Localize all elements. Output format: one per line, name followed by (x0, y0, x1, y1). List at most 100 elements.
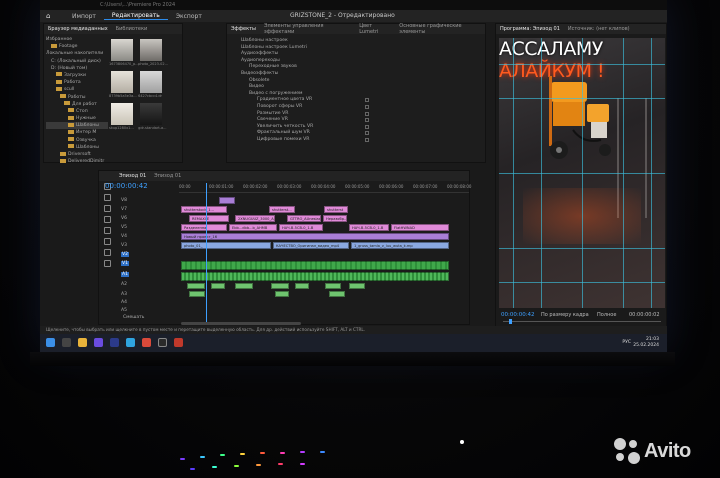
timeline-clip[interactable]: shutterst (324, 206, 348, 213)
effect-item[interactable]: Свечение VR (231, 117, 481, 124)
tree-item[interactable]: DeliveredDimitr (46, 158, 108, 165)
language-indicator[interactable]: РУС (622, 340, 631, 345)
program-timecode[interactable]: 00:00:00:42 (501, 312, 535, 318)
media-thumbnail[interactable]: 6427cbcc4.dr (138, 71, 163, 98)
home-icon[interactable]: ⌂ (46, 12, 60, 20)
timeline-clip[interactable]: GTTRO_AUnesiaa (287, 215, 321, 222)
program-video-frame[interactable]: АССАЛАМУ АЛАЙКУМ ! (499, 38, 665, 308)
audio-clip[interactable] (187, 283, 205, 289)
timeline-clip[interactable]: photo_01_ (181, 242, 271, 249)
audio-clip[interactable] (275, 291, 289, 297)
timeline-clip[interactable]: 2XNUGUUZ_3000_A_DUEZ (235, 215, 275, 222)
timeline-clip[interactable]: 1_gruss_tamla_v_luu_wuta_k.mp (351, 242, 449, 249)
audio-clip[interactable] (329, 291, 345, 297)
tree-item[interactable]: C: (Локальный диск) (46, 58, 108, 65)
timeline-timecode[interactable]: 00:00:00:42 (105, 182, 148, 190)
effect-folder[interactable]: Шаблоны настроек (231, 38, 481, 45)
tree-item[interactable]: Шаблоны (46, 144, 108, 151)
start-icon[interactable] (46, 338, 55, 347)
tree-item[interactable]: scull (46, 86, 108, 93)
timeline-playhead[interactable] (206, 183, 207, 323)
tab-source[interactable]: Источник: (нет клипов) (568, 26, 630, 32)
tab-lumetri[interactable]: Цвет Lumetri (359, 23, 391, 35)
monitor-scrub-bar[interactable] (503, 321, 661, 322)
media-thumbnail[interactable]: skup1280x1... (109, 103, 134, 130)
tab-program[interactable]: Программа: Эпизод 01 (500, 26, 560, 32)
telegram-icon[interactable] (126, 338, 135, 347)
tree-item-selected[interactable]: Шаблоны (46, 122, 108, 130)
audio-clip[interactable] (271, 283, 289, 289)
audio-clip[interactable] (181, 261, 449, 270)
tab-effect-controls[interactable]: Элементы управления эффектами (264, 23, 351, 35)
timeline-clip[interactable]: Разделенна (181, 224, 227, 231)
quality-dropdown[interactable]: Полное (597, 312, 616, 318)
effect-item[interactable]: Цифровые помехи VR (231, 137, 481, 144)
timeline-clip[interactable]: shutterstock_1... (181, 206, 227, 213)
tree-item[interactable]: Стоп (46, 108, 108, 115)
effect-folder[interactable]: Видеоэффекты (231, 71, 481, 78)
tree-item[interactable]: D: (Новый том) (46, 65, 108, 72)
audio-clip[interactable] (295, 283, 309, 289)
effect-item[interactable]: Поворот сферы VR (231, 104, 481, 111)
taskbar-clock[interactable]: 21:03 25.02.2024 (633, 337, 659, 349)
time-ruler[interactable]: 00:00 00:00:01:00 00:00:02:00 00:00:03:0… (179, 183, 471, 193)
type-tool-icon[interactable] (103, 260, 111, 267)
app-icon[interactable] (158, 338, 167, 347)
tree-item[interactable]: Driversoft (46, 151, 108, 158)
track-header-v4[interactable]: V4 (119, 233, 179, 241)
audio-clip[interactable] (181, 272, 449, 281)
effect-folder[interactable]: Obsolete (231, 78, 481, 85)
tab-libraries[interactable]: Библиотеки (116, 26, 148, 32)
effect-folder[interactable]: Переходные звуков (231, 64, 481, 71)
timeline-clip[interactable]: REMAXIIE (189, 215, 229, 222)
tab-import[interactable]: Импорт (64, 13, 104, 20)
explorer-icon[interactable] (78, 338, 87, 347)
audio-clip[interactable] (349, 283, 365, 289)
tree-item[interactable]: Нужные (46, 115, 108, 122)
track-header-a2[interactable]: A2 (119, 281, 179, 289)
tree-item[interactable]: Озвучка (46, 137, 108, 144)
tab-export[interactable]: Экспорт (168, 13, 210, 20)
media-thumbnail[interactable]: photo_2023-02... (138, 39, 168, 66)
track-header-v1[interactable]: V1 (119, 260, 179, 268)
hand-tool-icon[interactable] (103, 249, 111, 256)
app-icon[interactable] (94, 338, 103, 347)
audio-clip[interactable] (211, 283, 225, 289)
timeline-clip[interactable]: Ebb...dbb...b_AHMB (229, 224, 277, 231)
tree-item[interactable]: Работы (46, 94, 108, 101)
track-header-v3[interactable]: V3 (119, 242, 179, 250)
timeline-clip[interactable]: Новый проект_16 (181, 233, 449, 240)
track-header-v8[interactable]: V8 (119, 197, 179, 205)
effect-item[interactable]: Градиентное цвета VR (231, 97, 481, 104)
track-header-a4[interactable]: A4 (119, 299, 179, 307)
razor-tool-icon[interactable] (103, 216, 111, 223)
tree-item[interactable]: Избранное (46, 36, 108, 43)
tab-edit[interactable]: Редактировать (103, 12, 168, 20)
timeline-scrollbar[interactable] (181, 322, 301, 325)
track-header-a5[interactable]: A5 (119, 307, 179, 315)
timeline-clip[interactable] (219, 197, 235, 204)
tab-media-browser[interactable]: Браузер медиаданных (48, 26, 108, 32)
tree-item[interactable]: Для работ (46, 101, 108, 108)
tab-effects[interactable]: Эффекты (231, 26, 256, 32)
track-header-a1[interactable]: A1 (119, 271, 179, 279)
tab-sequence[interactable]: Эпизод 01 (119, 173, 146, 179)
app-icon[interactable] (142, 338, 151, 347)
tree-item[interactable]: Работа (46, 79, 108, 86)
audio-clip[interactable] (325, 283, 341, 289)
track-select-tool-icon[interactable] (103, 194, 111, 201)
media-thumbnail[interactable]: 1673806470_p... (109, 39, 139, 66)
tree-item[interactable]: Интер М (46, 129, 108, 136)
timeline-clip[interactable]: Неразобр... (323, 215, 347, 222)
app-icon[interactable] (174, 338, 183, 347)
timeline-clip[interactable]: FlatHWNAD (391, 224, 449, 231)
effect-item[interactable]: Фрактальный шум VR (231, 130, 481, 137)
media-thumbnail[interactable]: 8739b5a5e3a... (109, 71, 137, 98)
ripple-edit-tool-icon[interactable] (103, 205, 111, 212)
effect-folder[interactable]: Аудиоэффекты (231, 51, 481, 58)
premiere-icon[interactable] (110, 338, 119, 347)
track-header-v2[interactable]: V2 (119, 251, 179, 259)
track-header-v5[interactable]: V5 (119, 224, 179, 232)
media-thumbnail[interactable]: gdr-standart-a... (138, 103, 167, 130)
tree-item[interactable]: Локальные накопители (46, 50, 108, 57)
